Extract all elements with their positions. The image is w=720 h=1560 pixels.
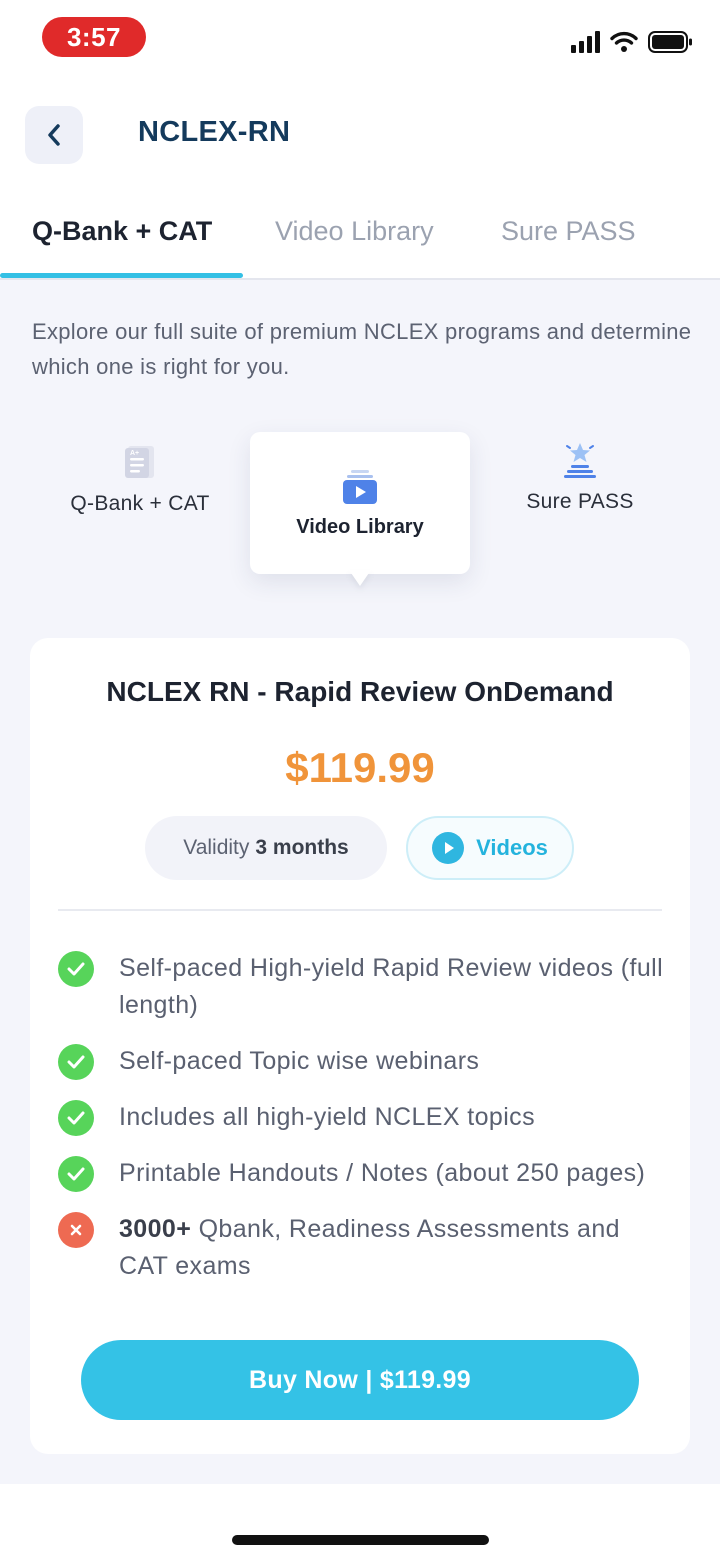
- feature-text-rest: Qbank, Readiness Assessments and CAT exa…: [119, 1215, 620, 1280]
- tab-video-library[interactable]: Video Library: [275, 205, 434, 257]
- plan-option-video-library[interactable]: Video Library: [250, 432, 470, 574]
- validity-value: 3 months: [255, 836, 349, 859]
- podium-star-icon: [564, 443, 596, 478]
- plan-option-label: Sure PASS: [526, 490, 634, 513]
- back-button[interactable]: [25, 106, 83, 164]
- page-title: NCLEX-RN: [138, 116, 291, 148]
- divider: [58, 909, 662, 911]
- product-price: $119.99: [285, 744, 435, 791]
- plan-option-sure-pass[interactable]: Sure PASS: [500, 440, 660, 514]
- check-icon: [58, 951, 94, 987]
- product-card: NCLEX RN - Rapid Review OnDemand $119.99…: [30, 638, 690, 1454]
- feature-text: Self-paced High-yield Rapid Review video…: [119, 954, 664, 1019]
- validity-badge: Validity 3 months: [145, 816, 387, 880]
- feature-text: Printable Handouts / Notes (about 250 pa…: [119, 1159, 646, 1187]
- feature-text: 3000+ Qbank, Readiness Assessments and C…: [119, 1211, 669, 1285]
- videos-label: Videos: [476, 835, 548, 860]
- battery-icon: [648, 31, 692, 53]
- feature-highlight: 3000+: [119, 1215, 192, 1243]
- video-stack-icon: [343, 469, 377, 504]
- svg-text:A+: A+: [130, 450, 139, 457]
- document-icon: A+: [125, 446, 154, 478]
- plan-option-label: Q-Bank + CAT: [70, 492, 210, 515]
- check-icon: [58, 1156, 94, 1192]
- home-indicator[interactable]: [232, 1535, 489, 1545]
- plan-option-label: Video Library: [296, 515, 424, 538]
- bottom-bar: [0, 1484, 720, 1560]
- feature-list: Self-paced High-yield Rapid Review video…: [58, 950, 678, 1304]
- feature-item: Printable Handouts / Notes (about 250 pa…: [58, 1155, 678, 1192]
- feature-item: Includes all high-yield NCLEX topics: [58, 1099, 678, 1136]
- plan-option-qbank[interactable]: A+ Q-Bank + CAT: [60, 444, 220, 516]
- feature-text: Includes all high-yield NCLEX topics: [119, 1103, 535, 1131]
- tab-sure-pass[interactable]: Sure PASS: [501, 205, 636, 257]
- selected-indicator: [349, 570, 371, 586]
- wifi-icon: [610, 31, 638, 52]
- feature-item: 3000+ Qbank, Readiness Assessments and C…: [58, 1211, 678, 1285]
- feature-text: Self-paced Topic wise webinars: [119, 1047, 480, 1075]
- validity-label: Validity: [183, 836, 250, 859]
- active-tab-indicator: [0, 273, 243, 278]
- intro-text: Explore our full suite of premium NCLEX …: [32, 319, 692, 379]
- check-icon: [58, 1100, 94, 1136]
- videos-badge[interactable]: Videos: [406, 816, 574, 880]
- tab-bar: Q-Bank + CAT Video Library Sure PASS: [0, 205, 720, 280]
- product-name: NCLEX RN - Rapid Review OnDemand: [106, 676, 614, 707]
- cross-icon: [58, 1212, 94, 1248]
- buy-now-button[interactable]: Buy Now | $119.99: [81, 1340, 639, 1420]
- status-icons: [571, 30, 694, 54]
- cellular-signal-icon: [571, 31, 600, 53]
- feature-item: Self-paced Topic wise webinars: [58, 1043, 678, 1080]
- play-circle-icon: [432, 832, 465, 864]
- tab-qbank-cat[interactable]: Q-Bank + CAT: [32, 205, 212, 257]
- status-time: 3:57: [42, 17, 146, 57]
- chevron-left-icon: [48, 124, 60, 146]
- feature-item: Self-paced High-yield Rapid Review video…: [58, 950, 678, 1024]
- check-icon: [58, 1044, 94, 1080]
